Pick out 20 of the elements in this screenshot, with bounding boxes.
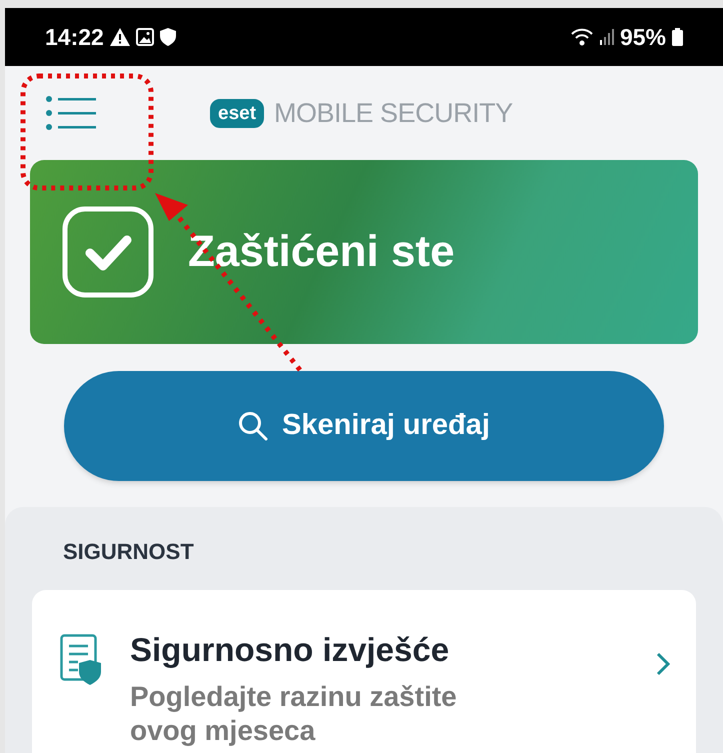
menu-icon bbox=[46, 96, 96, 130]
search-icon bbox=[238, 411, 268, 441]
app-name: MOBILE SECURITY bbox=[274, 96, 513, 130]
card-title: Sigurnosno izvješće bbox=[130, 630, 450, 670]
signal-icon bbox=[600, 29, 614, 45]
status-title: Zaštićeni ste bbox=[188, 226, 455, 278]
section-title: SIGURNOST bbox=[63, 538, 195, 566]
wifi-icon bbox=[570, 28, 594, 46]
chevron-right-icon bbox=[656, 652, 670, 676]
scan-button[interactable]: Skeniraj uređaj bbox=[64, 371, 664, 481]
shield-icon bbox=[160, 28, 176, 46]
card-description: Pogledajte razinu zaštite ovog mjeseca bbox=[130, 680, 458, 748]
report-card[interactable]: Sigurnosno izvješće Pogledajte razinu zaštite ovog mjeseca bbox=[32, 590, 696, 753]
battery-percent: 95% bbox=[620, 22, 666, 52]
report-shield-icon bbox=[60, 634, 102, 686]
battery-icon bbox=[672, 28, 683, 46]
status-time: 14:22 bbox=[45, 22, 104, 52]
image-icon bbox=[136, 28, 154, 46]
app-logo: eset bbox=[210, 98, 264, 128]
warning-icon bbox=[110, 28, 130, 46]
